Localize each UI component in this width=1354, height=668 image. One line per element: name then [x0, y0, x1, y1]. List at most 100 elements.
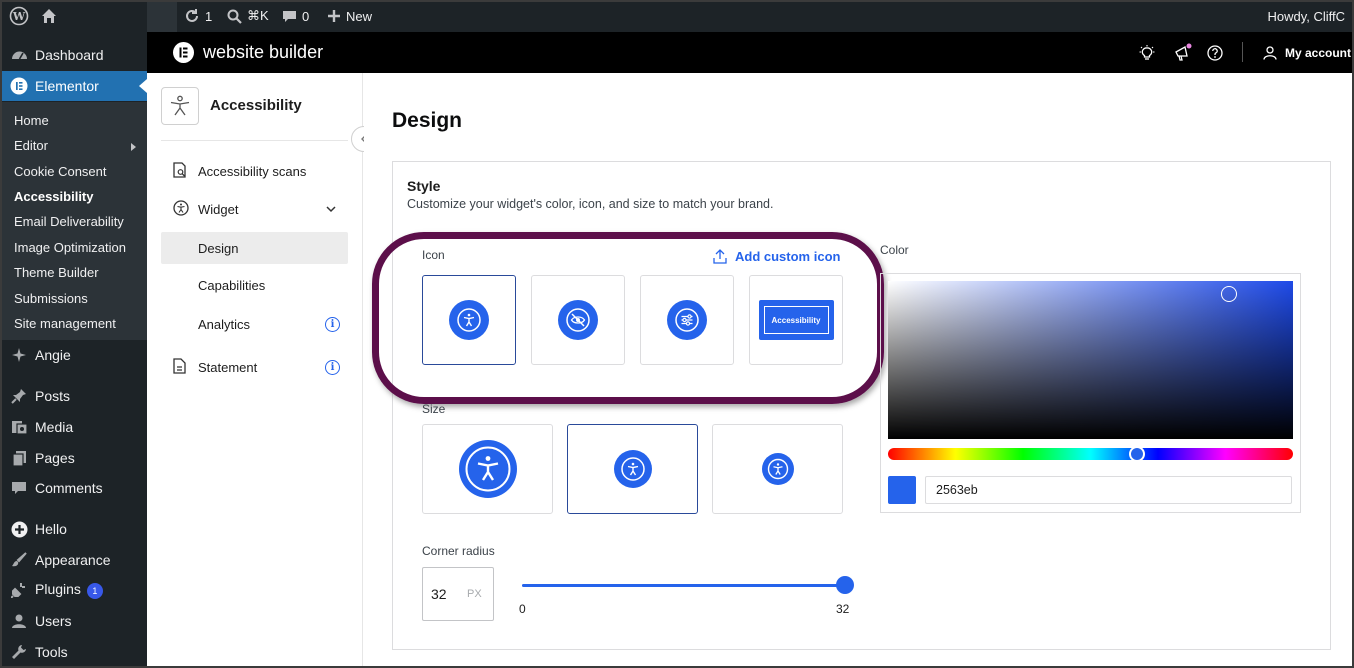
corner-radius-input[interactable]: 32 PX	[422, 567, 494, 621]
nav-widget[interactable]: Widget	[161, 193, 348, 225]
my-account-button[interactable]: My account	[1263, 32, 1351, 73]
pages-icon	[10, 449, 28, 467]
accessibility-nav-panel: Accessibility Accessibility scans Widget…	[147, 73, 377, 668]
svg-text:W: W	[12, 10, 26, 23]
search-icon	[227, 9, 242, 24]
elementor-submenu: Home Editor Cookie Consent Accessibility…	[0, 102, 147, 340]
home-icon[interactable]	[40, 0, 58, 32]
brand-name: website builder	[203, 42, 324, 62]
menu-users[interactable]: Users	[0, 606, 147, 636]
comment-icon	[283, 10, 296, 22]
accessibility-person-icon	[761, 453, 794, 485]
lightbulb-button[interactable]	[1139, 32, 1155, 73]
submenu-home[interactable]: Home	[14, 113, 49, 128]
menu-media[interactable]: Media	[0, 412, 147, 442]
chevron-down-icon[interactable]	[326, 205, 336, 213]
menu-comments[interactable]: Comments	[0, 473, 147, 503]
menu-elementor[interactable]: Elementor	[0, 71, 147, 101]
user-icon	[10, 612, 28, 630]
plugins-update-badge: 1	[86, 583, 103, 599]
saturation-handle[interactable]	[1221, 286, 1237, 302]
dashboard-icon	[10, 46, 28, 64]
brand-logo[interactable]: website builder	[173, 32, 323, 73]
nav-capabilities[interactable]: Capabilities	[161, 269, 348, 301]
color-picker: 2563eb	[880, 273, 1301, 513]
updates-count: 1	[205, 8, 213, 24]
slider-thumb[interactable]	[836, 576, 854, 594]
nav-analytics[interactable]: Analytics i	[161, 308, 348, 340]
hue-handle[interactable]	[1129, 446, 1145, 462]
submenu-site-management[interactable]: Site management	[14, 316, 116, 331]
admin-bar: W 1 ⌘K 0 New Howdy, CliffC	[0, 0, 1354, 32]
style-card: Style Customize your widget's color, ico…	[372, 161, 1331, 650]
hex-input[interactable]: 2563eb	[925, 476, 1292, 504]
menu-angie[interactable]: Angie	[0, 340, 147, 370]
new-label: New	[346, 8, 373, 24]
menu-appearance[interactable]: Appearance	[0, 545, 147, 575]
size-option-small[interactable]	[712, 424, 843, 514]
nav-accessibility-scans[interactable]: Accessibility scans	[161, 155, 348, 187]
document-search-icon	[173, 161, 187, 181]
menu-dashboard[interactable]: Dashboard	[0, 40, 147, 70]
nav-statement[interactable]: Statement i	[161, 351, 348, 383]
plus-circle-icon	[10, 520, 28, 538]
admin-bar-spacer	[147, 0, 177, 32]
hue-slider[interactable]	[888, 446, 1293, 462]
nav-design[interactable]: Design	[161, 232, 348, 264]
paintbrush-icon	[10, 551, 28, 569]
elementor-icon	[10, 77, 28, 95]
wp-admin-menu: Dashboard Elementor Home Editor Cookie C…	[0, 32, 147, 668]
statement-info-icon[interactable]: i	[325, 359, 340, 375]
slider-fill	[522, 584, 845, 587]
slider-min-label: 0	[519, 602, 526, 616]
page-title: Design	[392, 109, 463, 132]
analytics-info-icon[interactable]: i	[325, 316, 340, 332]
accessibility-person-icon	[458, 440, 517, 498]
saturation-area[interactable]	[888, 281, 1293, 439]
menu-pages[interactable]: Pages	[0, 443, 147, 473]
elementor-logo-icon	[173, 42, 194, 63]
plugin-icon	[10, 581, 28, 599]
size-option-medium[interactable]	[567, 424, 698, 514]
search-shortcut: ⌘K	[247, 8, 269, 23]
nav-divider	[161, 140, 348, 141]
new-button[interactable]: New	[327, 0, 372, 32]
submenu-editor[interactable]: Editor	[14, 138, 48, 153]
size-option-large[interactable]	[422, 424, 553, 514]
submenu-theme-builder[interactable]: Theme Builder	[14, 265, 99, 280]
corner-radius-slider[interactable]	[522, 575, 854, 595]
wordpress-logo-icon[interactable]: W	[9, 0, 29, 32]
updates-button[interactable]: 1	[184, 0, 212, 32]
document-icon	[173, 357, 186, 377]
menu-plugins[interactable]: Plugins 1	[0, 575, 147, 605]
submenu-email-deliverability[interactable]: Email Deliverability	[14, 214, 124, 229]
color-label: Color	[880, 243, 909, 257]
announcements-button[interactable]	[1173, 32, 1193, 73]
header-divider	[1242, 42, 1243, 62]
submenu-submissions[interactable]: Submissions	[14, 291, 88, 306]
submenu-cookie-consent[interactable]: Cookie Consent	[14, 164, 107, 179]
help-icon	[1207, 44, 1223, 61]
color-swatch	[888, 476, 916, 504]
search-button[interactable]: ⌘K	[227, 0, 269, 32]
submenu-accessibility[interactable]: Accessibility	[14, 189, 94, 204]
menu-posts[interactable]: Posts	[0, 381, 147, 411]
howdy-user[interactable]: Howdy, CliffC	[1267, 0, 1345, 32]
size-label: Size	[422, 402, 446, 416]
accessibility-person-icon	[170, 95, 190, 116]
accessibility-circle-icon	[173, 199, 189, 219]
main-content: Design Style Customize your widget's col…	[364, 73, 1354, 668]
wrench-icon	[10, 643, 28, 661]
updates-icon	[186, 9, 198, 22]
comments-button[interactable]: 0	[282, 0, 309, 32]
menu-tools[interactable]: Tools	[0, 637, 147, 667]
slider-max-label: 32	[836, 602, 850, 616]
submenu-image-optimization[interactable]: Image Optimization	[14, 240, 126, 255]
style-title: Style	[407, 178, 441, 194]
style-description: Customize your widget's color, icon, and…	[407, 197, 774, 211]
account-icon	[1263, 45, 1277, 60]
help-button[interactable]	[1207, 32, 1223, 73]
megaphone-icon	[1175, 43, 1192, 61]
menu-hello[interactable]: Hello	[0, 514, 147, 544]
nav-title: Accessibility	[210, 97, 302, 114]
